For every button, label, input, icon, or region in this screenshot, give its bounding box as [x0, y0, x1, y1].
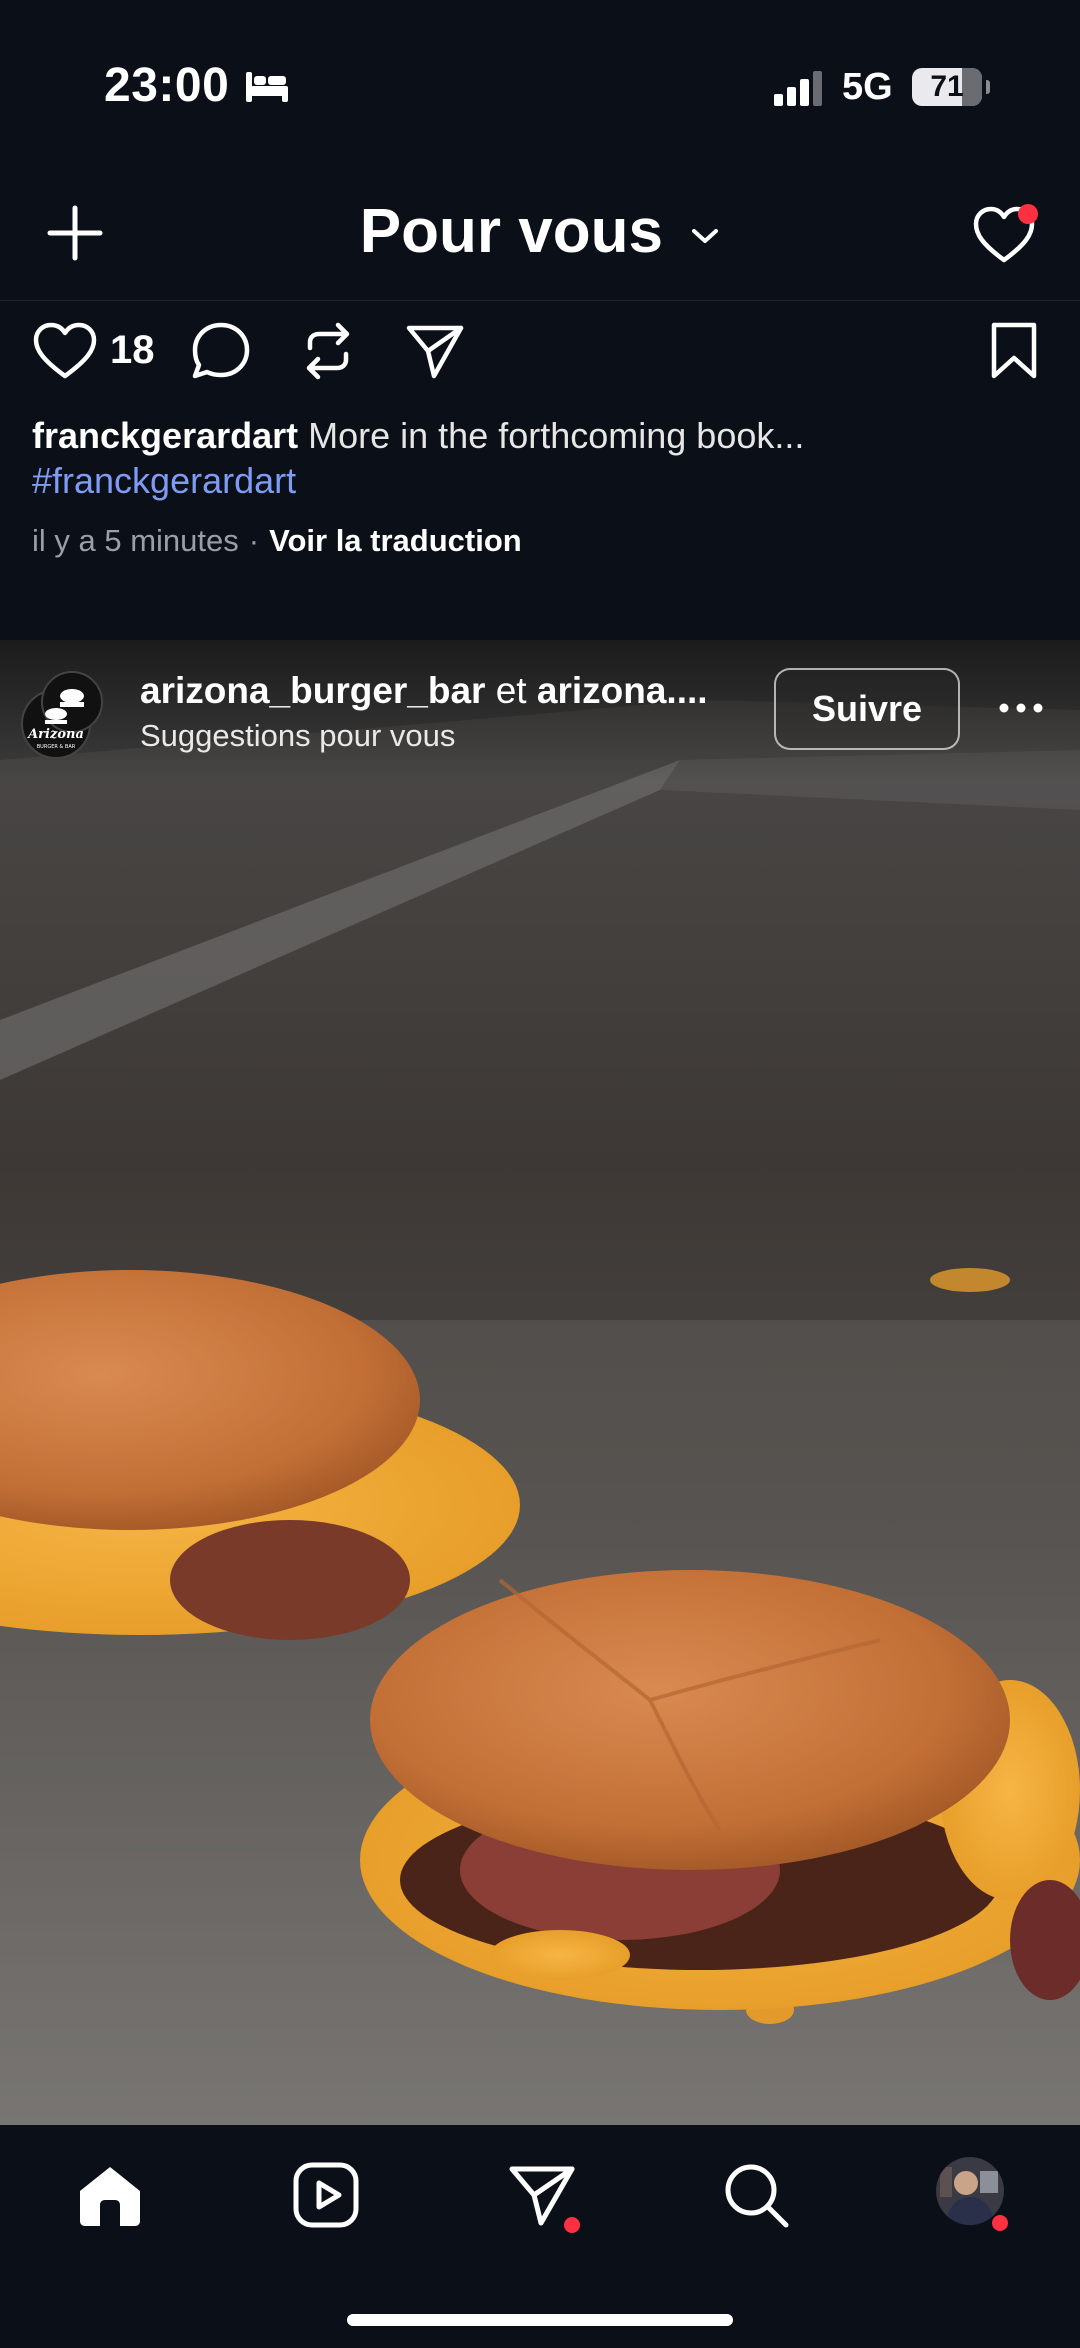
bed-icon: [246, 72, 288, 102]
meta-separator: ·: [248, 523, 260, 558]
logo-text: Arizona: [26, 727, 84, 742]
page-title: Pour vous: [359, 197, 663, 266]
send-icon[interactable]: [404, 320, 466, 382]
notification-dot: [1018, 204, 1038, 224]
search-icon[interactable]: [720, 2159, 792, 2231]
notification-dot: [992, 2215, 1008, 2231]
post-media[interactable]: Arizona BURGER & BAR arizona_burger_bar …: [0, 640, 1080, 2125]
repost-icon[interactable]: [298, 320, 358, 382]
home-icon[interactable]: [74, 2159, 146, 2231]
avatar-photo: [936, 2157, 1004, 2225]
battery-icon: 71: [912, 68, 990, 106]
post-username[interactable]: arizona_burger_bar: [140, 670, 485, 711]
post-coauthor[interactable]: arizona....: [537, 670, 708, 711]
heart-icon[interactable]: [32, 320, 98, 382]
post-photo: [0, 640, 1080, 2125]
post-timestamp: il y a 5 minutes: [32, 523, 239, 558]
home-indicator: [347, 2314, 733, 2326]
network-label: 5G: [842, 66, 893, 108]
comment-icon[interactable]: [190, 320, 252, 382]
chevron-down-icon: [692, 228, 719, 243]
suggestion-label: Suggestions pour vous: [140, 718, 456, 753]
status-bar: 23:00 5G 71: [0, 0, 1080, 170]
post-actions: 18: [0, 300, 1080, 410]
translate-link[interactable]: Voir la traduction: [269, 523, 522, 558]
feed-header: Pour vous: [0, 170, 1080, 301]
post-caption: franckgerardart More in the forthcoming …: [32, 412, 1042, 460]
status-time: 23:00: [104, 59, 230, 112]
caption-text: More in the forthcoming book...: [298, 415, 805, 456]
post-meta: il y a 5 minutes · Voir la traduction: [32, 523, 522, 559]
feed-selector[interactable]: Pour vous: [0, 196, 1080, 267]
bookmark-icon[interactable]: [988, 320, 1040, 382]
authors-connector: et: [485, 670, 537, 711]
signal-bars-icon: [774, 71, 822, 106]
more-icon[interactable]: [996, 688, 1046, 728]
notification-dot: [564, 2217, 580, 2233]
battery-level: 71: [930, 70, 964, 103]
avatar[interactable]: Arizona BURGER & BAR: [16, 668, 108, 760]
post-authors[interactable]: arizona_burger_bar et arizona....: [140, 670, 708, 712]
like-count: 18: [110, 328, 155, 372]
caption-username[interactable]: franckgerardart: [32, 415, 298, 456]
hashtag-link[interactable]: #franckgerardart: [32, 460, 296, 502]
profile-avatar[interactable]: [936, 2157, 1004, 2225]
follow-button[interactable]: Suivre: [774, 668, 960, 750]
reels-icon[interactable]: [290, 2159, 362, 2231]
logo-subtext: BURGER & BAR: [37, 744, 76, 750]
